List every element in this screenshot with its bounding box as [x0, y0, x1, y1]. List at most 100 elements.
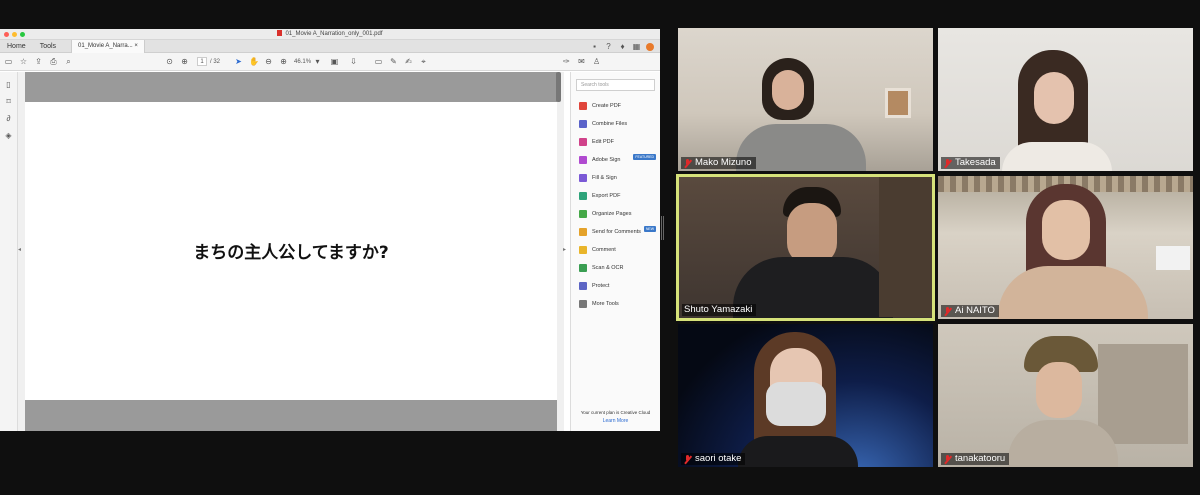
- video-tile-takesada[interactable]: Takesada: [938, 28, 1193, 171]
- pen-icon[interactable]: ✎: [389, 57, 398, 66]
- participant-face: [1034, 72, 1074, 124]
- tool-scan-ocr[interactable]: Scan & OCR: [571, 259, 660, 277]
- tool-badge: NEW: [643, 226, 656, 232]
- participant-face: [1042, 200, 1090, 260]
- tool-fill-sign[interactable]: Fill & Sign: [571, 169, 660, 187]
- bell-icon[interactable]: ♦: [618, 42, 627, 51]
- bookmark-icon[interactable]: ⌑: [4, 97, 13, 106]
- chevron-down-icon[interactable]: ▾: [313, 57, 322, 66]
- tool-organize-pages[interactable]: Organize Pages: [571, 205, 660, 223]
- vertical-scrollbar[interactable]: [556, 72, 561, 102]
- acrobat-window: 01_Movie A_Narration_only_001.pdf Home T…: [0, 29, 660, 431]
- tool-export-pdf[interactable]: Export PDF: [571, 187, 660, 205]
- background-appliance: [1156, 246, 1190, 270]
- fit-page-icon[interactable]: ▣: [330, 57, 339, 66]
- search-icon[interactable]: ⌕: [64, 57, 73, 66]
- tab-close-icon[interactable]: ×: [134, 43, 138, 49]
- video-tile-shuto-yamazaki-active-speaker[interactable]: Shuto Yamazaki: [676, 174, 935, 321]
- print-icon[interactable]: ⎙: [49, 57, 58, 66]
- tools-panel: Search tools Create PDF Combine Files Edit…: [570, 72, 660, 431]
- page-text: まちの主人公してますか?: [193, 243, 389, 263]
- upload-icon[interactable]: ⇪: [34, 57, 43, 66]
- tool-send-for-comments[interactable]: Send for Comments NEW: [571, 223, 660, 241]
- participant-name: Ai NAITO: [955, 305, 995, 316]
- tool-icon: [579, 120, 587, 128]
- zoom-level[interactable]: 46.1%: [294, 59, 311, 65]
- participant-name-label: Takesada: [941, 157, 1000, 169]
- page-total: / 32: [210, 58, 221, 65]
- search-tools-input[interactable]: Search tools: [576, 79, 655, 91]
- next-page-icon[interactable]: ⊕: [180, 57, 189, 66]
- tab-tools[interactable]: Tools: [33, 43, 63, 50]
- collapse-right-arrow-icon[interactable]: ▸: [563, 246, 566, 253]
- muted-mic-icon: [943, 454, 952, 464]
- scroll-mode-icon[interactable]: ⇩: [349, 57, 358, 66]
- avatar[interactable]: [646, 42, 654, 51]
- tool-edit-pdf[interactable]: Edit PDF: [571, 133, 660, 151]
- tool-badge: FEATURED: [633, 154, 656, 160]
- background-shelf: [1098, 344, 1188, 444]
- select-arrow-icon[interactable]: ➤: [234, 57, 243, 66]
- next-page-edge: [25, 400, 557, 431]
- video-tile-mako-mizuno[interactable]: Mako Mizuno: [678, 28, 933, 171]
- tool-icon: [579, 192, 587, 200]
- tab-home[interactable]: Home: [0, 43, 33, 50]
- chat-icon[interactable]: ▪: [590, 42, 599, 51]
- tab-document[interactable]: 01_Movie A_Narra... ×: [71, 39, 145, 53]
- participant-name-label: Shuto Yamazaki: [682, 304, 757, 316]
- grid-icon[interactable]: ▦: [632, 42, 641, 51]
- hand-icon[interactable]: ✋: [249, 57, 259, 66]
- video-tile-tanakatooru[interactable]: tanakatooru: [938, 324, 1193, 467]
- share-icon[interactable]: ✑: [562, 57, 571, 66]
- split-handle[interactable]: [661, 216, 664, 240]
- star-icon[interactable]: ☆: [19, 57, 28, 66]
- attachment-icon[interactable]: ∂: [4, 114, 13, 123]
- page-number-input[interactable]: 1: [197, 57, 207, 66]
- tool-icon: [579, 102, 587, 110]
- mail-icon[interactable]: ✉: [577, 57, 586, 66]
- tool-more-tools[interactable]: More Tools: [571, 295, 660, 313]
- background-shelf: [879, 177, 932, 317]
- document-area[interactable]: まちの主人公してますか? ◂ ▸: [18, 72, 566, 431]
- tool-icon: [579, 210, 587, 218]
- zoom-out-icon[interactable]: ⊖: [264, 57, 273, 66]
- tool-adobe-sign[interactable]: Adobe Sign FEATURED: [571, 151, 660, 169]
- window-title: 01_Movie A_Narration_only_001.pdf: [0, 30, 660, 37]
- tool-label: Edit PDF: [592, 139, 615, 145]
- participant-body: [738, 436, 858, 467]
- plan-text: Your current plan is Creative Cloud: [580, 410, 651, 415]
- tool-create-pdf[interactable]: Create PDF: [571, 97, 660, 115]
- collapse-left-arrow-icon[interactable]: ◂: [18, 246, 21, 253]
- stamp-icon[interactable]: ⌖: [419, 57, 428, 66]
- page-thumbnails-icon[interactable]: ▯: [4, 80, 13, 89]
- participant-body: [733, 257, 893, 318]
- tool-combine-files[interactable]: Combine Files: [571, 115, 660, 133]
- previous-page-edge: [25, 72, 557, 102]
- pdf-file-icon: [277, 30, 283, 36]
- tool-protect[interactable]: Protect: [571, 277, 660, 295]
- tab-document-label: 01_Movie A_Narra...: [78, 42, 133, 49]
- zoom-in-icon[interactable]: ⊕: [279, 57, 288, 66]
- previous-page-icon[interactable]: ⊙: [165, 57, 174, 66]
- participant-name-label: tanakatooru: [941, 453, 1010, 465]
- comment-icon[interactable]: ▭: [374, 57, 383, 66]
- tool-icon: [579, 138, 587, 146]
- tabbar-right-icons: ▪ ? ♦ ▦: [590, 42, 654, 51]
- tool-label: Combine Files: [592, 121, 628, 127]
- participant-name: Mako Mizuno: [695, 157, 752, 168]
- user-icon[interactable]: ♙: [592, 57, 601, 66]
- layers-icon[interactable]: ◈: [4, 131, 13, 140]
- muted-mic-icon: [683, 454, 692, 464]
- video-tile-saori-otake[interactable]: saori otake: [678, 324, 933, 467]
- tool-icon: [579, 156, 587, 164]
- tool-comment[interactable]: Comment: [571, 241, 660, 259]
- tool-icon: [579, 246, 587, 254]
- save-icon[interactable]: ▭: [4, 57, 13, 66]
- learn-more-link[interactable]: Learn More: [571, 418, 660, 424]
- wall-decoration: [885, 88, 911, 118]
- tool-label: Adobe Sign: [592, 157, 621, 163]
- help-icon[interactable]: ?: [604, 42, 613, 51]
- video-tile-ai-naito[interactable]: Ai NAITO: [938, 176, 1193, 319]
- sign-icon[interactable]: ✍: [404, 57, 413, 66]
- tool-icon: [579, 174, 587, 182]
